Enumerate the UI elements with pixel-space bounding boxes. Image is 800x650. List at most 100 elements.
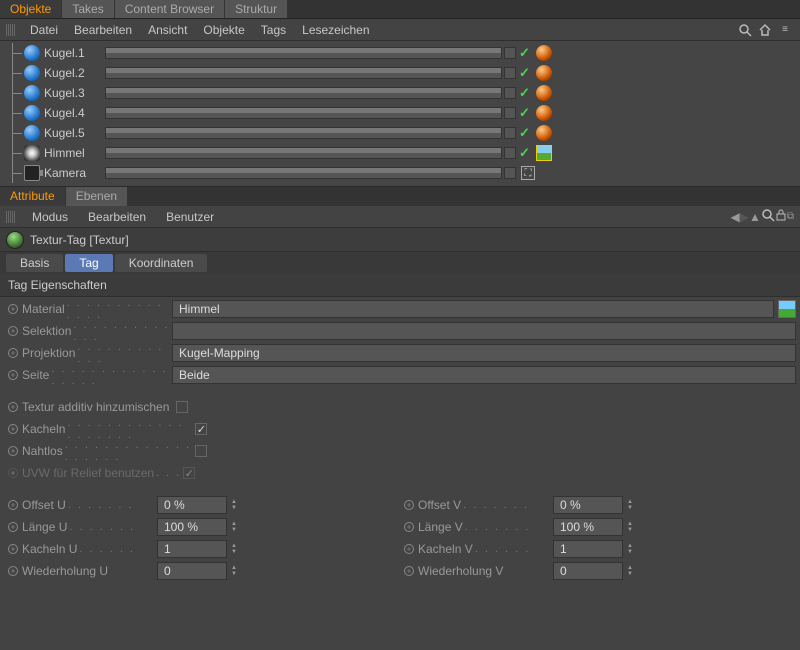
input-offset-v[interactable]: 0 %	[553, 496, 623, 514]
object-name[interactable]: Kugel.3	[44, 86, 104, 100]
visibility-toggle[interactable]	[105, 147, 502, 159]
sort-icon[interactable]: ≡	[776, 21, 794, 39]
subtab-basis[interactable]: Basis	[6, 254, 63, 272]
tree-row[interactable]: Kamera ⛶	[6, 163, 800, 183]
material-tag-icon[interactable]	[536, 125, 552, 141]
select-seite[interactable]: Beide	[172, 366, 796, 384]
param-bullet-icon[interactable]	[404, 522, 414, 532]
visibility-toggle[interactable]	[504, 147, 516, 159]
param-bullet-icon[interactable]	[8, 370, 18, 380]
input-laenge-u[interactable]: 100 %	[157, 518, 227, 536]
param-bullet-icon[interactable]	[8, 566, 18, 576]
spinner-icon[interactable]: ▲▼	[231, 499, 237, 511]
tab-attribute[interactable]: Attribute	[0, 187, 66, 206]
nav-forward-icon[interactable]: ▶	[740, 210, 749, 224]
spinner-icon[interactable]: ▲▼	[231, 521, 237, 533]
enable-check-icon[interactable]: ✓	[519, 85, 530, 101]
home-icon[interactable]	[756, 21, 774, 39]
spinner-icon[interactable]: ▲▼	[627, 543, 633, 555]
input-material[interactable]: Himmel	[172, 300, 774, 318]
object-name[interactable]: Kugel.5	[44, 126, 104, 140]
select-projektion[interactable]: Kugel-Mapping	[172, 344, 796, 362]
visibility-toggle[interactable]	[504, 87, 516, 99]
visibility-toggle[interactable]	[504, 107, 516, 119]
tree-row[interactable]: Kugel.2 ✓	[6, 63, 800, 83]
input-selektion[interactable]	[172, 322, 796, 340]
enable-check-icon[interactable]: ✓	[519, 45, 530, 61]
search-icon[interactable]	[761, 208, 775, 225]
checkbox-nahtlos[interactable]	[195, 445, 207, 457]
material-tag-icon[interactable]	[536, 45, 552, 61]
input-kacheln-u[interactable]: 1	[157, 540, 227, 558]
input-offset-u[interactable]: 0 %	[157, 496, 227, 514]
param-bullet-icon[interactable]	[8, 500, 18, 510]
menu-benutzer[interactable]: Benutzer	[156, 207, 224, 227]
visibility-toggle[interactable]	[504, 47, 516, 59]
nav-up-icon[interactable]: ▲	[749, 210, 761, 224]
tree-row[interactable]: Kugel.5 ✓	[6, 123, 800, 143]
param-bullet-icon[interactable]	[8, 348, 18, 358]
enable-check-icon[interactable]: ✓	[519, 65, 530, 81]
tab-content-browser[interactable]: Content Browser	[115, 0, 225, 18]
tree-row[interactable]: Kugel.4 ✓	[6, 103, 800, 123]
visibility-toggle[interactable]	[504, 127, 516, 139]
param-bullet-icon[interactable]	[8, 402, 18, 412]
enable-check-icon[interactable]: ✓	[519, 105, 530, 121]
param-bullet-icon[interactable]	[404, 500, 414, 510]
param-bullet-icon[interactable]	[404, 544, 414, 554]
tab-ebenen[interactable]: Ebenen	[66, 187, 128, 206]
enable-check-icon[interactable]: ✓	[519, 145, 530, 161]
grip-icon[interactable]	[6, 24, 16, 36]
menu-ansicht[interactable]: Ansicht	[140, 20, 195, 40]
object-name[interactable]: Kugel.4	[44, 106, 104, 120]
param-bullet-icon[interactable]	[8, 468, 18, 478]
search-icon[interactable]	[736, 21, 754, 39]
spinner-icon[interactable]: ▲▼	[627, 565, 633, 577]
menu-bearbeiten[interactable]: Bearbeiten	[66, 20, 140, 40]
param-bullet-icon[interactable]	[8, 424, 18, 434]
grip-icon[interactable]	[6, 211, 16, 223]
spinner-icon[interactable]: ▲▼	[627, 499, 633, 511]
enable-check-icon[interactable]: ✓	[519, 125, 530, 141]
param-bullet-icon[interactable]	[8, 544, 18, 554]
tab-objekte[interactable]: Objekte	[0, 0, 62, 18]
param-bullet-icon[interactable]	[8, 326, 18, 336]
param-bullet-icon[interactable]	[8, 522, 18, 532]
visibility-toggle[interactable]	[105, 107, 502, 119]
menu-modus[interactable]: Modus	[22, 207, 78, 227]
visibility-toggle[interactable]	[105, 47, 502, 59]
new-window-icon[interactable]: ⧉	[787, 211, 794, 222]
lock-icon[interactable]	[775, 208, 787, 225]
menu-tags[interactable]: Tags	[253, 20, 294, 40]
camera-target-tag-icon[interactable]: ⛶	[521, 166, 535, 180]
input-wieder-u[interactable]: 0	[157, 562, 227, 580]
tab-takes[interactable]: Takes	[62, 0, 114, 18]
param-bullet-icon[interactable]	[404, 566, 414, 576]
material-tag-icon[interactable]	[536, 85, 552, 101]
input-wieder-v[interactable]: 0	[553, 562, 623, 580]
param-bullet-icon[interactable]	[8, 446, 18, 456]
object-name[interactable]: Kugel.2	[44, 66, 104, 80]
menu-lesezeichen[interactable]: Lesezeichen	[294, 20, 377, 40]
tree-row[interactable]: Himmel ✓	[6, 143, 800, 163]
object-name[interactable]: Himmel	[44, 146, 104, 160]
spinner-icon[interactable]: ▲▼	[231, 565, 237, 577]
param-bullet-icon[interactable]	[8, 304, 18, 314]
input-laenge-v[interactable]: 100 %	[553, 518, 623, 536]
menu-objekte[interactable]: Objekte	[195, 20, 252, 40]
subtab-tag[interactable]: Tag	[65, 254, 112, 272]
input-kacheln-v[interactable]: 1	[553, 540, 623, 558]
tree-row[interactable]: Kugel.1 ✓	[6, 43, 800, 63]
subtab-koordinaten[interactable]: Koordinaten	[115, 254, 208, 272]
menu-datei[interactable]: Datei	[22, 20, 66, 40]
menu-bearbeiten[interactable]: Bearbeiten	[78, 207, 156, 227]
tab-struktur[interactable]: Struktur	[225, 0, 288, 18]
nav-back-icon[interactable]: ◀	[731, 210, 740, 224]
object-name[interactable]: Kugel.1	[44, 46, 104, 60]
visibility-toggle[interactable]	[105, 127, 502, 139]
visibility-toggle[interactable]	[105, 67, 502, 79]
material-tag-icon[interactable]	[536, 65, 552, 81]
object-name[interactable]: Kamera	[44, 166, 104, 180]
checkbox-additiv[interactable]	[176, 401, 188, 413]
texture-tag-icon[interactable]	[536, 145, 552, 161]
